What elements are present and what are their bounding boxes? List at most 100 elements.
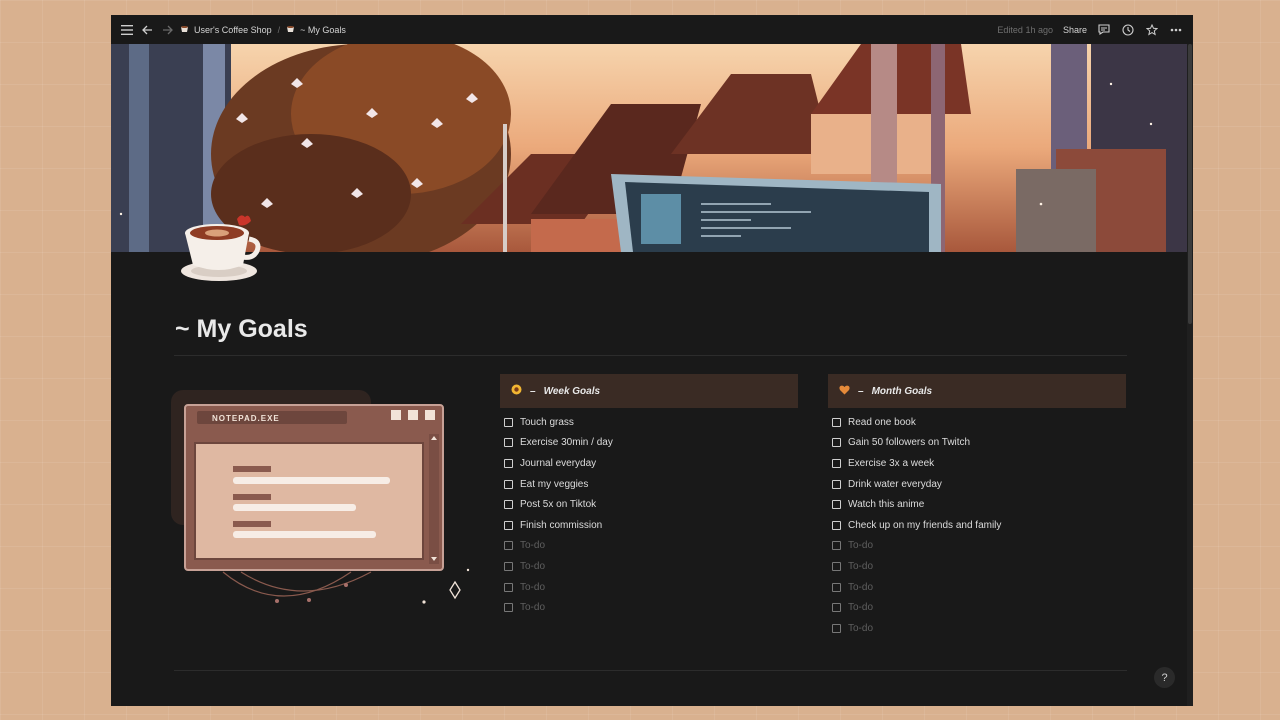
checkbox[interactable] [832, 500, 841, 510]
todo-item[interactable]: Watch this anime [828, 494, 1126, 515]
todo-placeholder[interactable]: To-do [500, 536, 798, 557]
todo-label: Finish commission [520, 519, 603, 531]
divider [174, 355, 1127, 356]
todo-placeholder[interactable]: To-do [828, 556, 1126, 577]
checkbox[interactable] [504, 458, 513, 468]
notepad-title: NOTEPAD.EXE [212, 414, 280, 423]
todo-item[interactable]: Post 5x on Tiktok [500, 494, 798, 515]
todo-placeholder-label: To-do [848, 560, 874, 572]
checkbox[interactable] [832, 582, 841, 592]
checkbox[interactable] [832, 520, 841, 530]
breadcrumb-label: ~ My Goals [300, 24, 346, 35]
todo-placeholder[interactable]: To-do [500, 556, 798, 577]
help-button[interactable]: ? [1154, 667, 1175, 688]
more-options-icon[interactable] [1169, 23, 1183, 37]
todo-item[interactable]: Touch grass [500, 412, 798, 433]
todo-label: Exercise 30min / day [520, 437, 613, 449]
todo-item[interactable]: Eat my veggies [500, 474, 798, 495]
header-dash: – [858, 385, 864, 397]
checkbox[interactable] [832, 623, 841, 633]
breadcrumb-separator: / [277, 24, 281, 35]
todo-placeholder-label: To-do [848, 581, 874, 593]
todo-label: Watch this anime [848, 499, 925, 511]
todo-placeholder[interactable]: To-do [500, 577, 798, 598]
todo-placeholder[interactable]: To-do [828, 536, 1126, 557]
week-goals-column: – Week Goals Touch grass Exercise 30min … [500, 374, 798, 618]
menu-icon[interactable] [120, 23, 134, 37]
todo-placeholder[interactable]: To-do [828, 597, 1126, 618]
comment-icon[interactable] [1097, 23, 1111, 37]
checkbox[interactable] [832, 541, 841, 551]
month-goals-header: – Month Goals [828, 374, 1126, 408]
todo-label: Check up on my friends and family [848, 519, 1002, 531]
checkbox[interactable] [504, 500, 513, 510]
checkbox[interactable] [504, 520, 513, 530]
todo-item[interactable]: Read one book [828, 412, 1126, 433]
checkbox[interactable] [832, 417, 841, 427]
back-arrow-icon[interactable] [140, 23, 154, 37]
todo-label: Eat my veggies [520, 478, 589, 490]
checkbox[interactable] [832, 438, 841, 448]
edited-timestamp: Edited 1h ago [997, 24, 1053, 35]
checkbox[interactable] [504, 438, 513, 448]
checkbox[interactable] [504, 582, 513, 592]
breadcrumb-item-my-goals[interactable]: ~ My Goals [286, 24, 346, 35]
todo-item[interactable]: Check up on my friends and family [828, 515, 1126, 536]
checkbox[interactable] [504, 417, 513, 427]
checkbox[interactable] [504, 561, 513, 571]
todo-label: Read one book [848, 416, 916, 428]
coffee-cup-icon [286, 24, 296, 35]
checkbox[interactable] [832, 603, 841, 613]
todo-item[interactable]: Exercise 3x a week [828, 453, 1126, 474]
breadcrumb-item-coffee-shop[interactable]: User's Coffee Shop [180, 24, 272, 35]
checkbox[interactable] [832, 561, 841, 571]
share-button[interactable]: Share [1063, 25, 1087, 35]
todo-placeholder-label: To-do [520, 540, 546, 552]
checkbox[interactable] [504, 541, 513, 551]
todo-label: Touch grass [520, 416, 574, 428]
todo-label: Exercise 3x a week [848, 457, 935, 469]
coffee-cup-page-icon[interactable] [179, 211, 261, 283]
todo-item[interactable]: Finish commission [500, 515, 798, 536]
top-bar: User's Coffee Shop / ~ My Goals Edited 1… [111, 15, 1193, 44]
todo-label: Drink water everyday [848, 478, 942, 490]
todo-placeholder-label: To-do [520, 560, 546, 572]
star-icon[interactable] [1145, 23, 1159, 37]
week-goals-header: – Week Goals [500, 374, 798, 408]
todo-label: Post 5x on Tiktok [520, 499, 597, 511]
month-goals-column: – Month Goals Read one book Gain 50 foll… [828, 374, 1126, 639]
todo-placeholder-label: To-do [520, 581, 546, 593]
breadcrumb-label: User's Coffee Shop [194, 24, 272, 35]
clock-icon[interactable] [1121, 23, 1135, 37]
todo-placeholder-label: To-do [848, 622, 874, 634]
coffee-cup-icon [180, 24, 190, 35]
todo-item[interactable]: Exercise 30min / day [500, 433, 798, 454]
todo-item[interactable]: Drink water everyday [828, 474, 1126, 495]
checkbox[interactable] [832, 479, 841, 489]
scrollbar[interactable] [1187, 44, 1193, 706]
notepad-illustration: NOTEPAD.EXE [171, 390, 471, 615]
todo-placeholder[interactable]: To-do [828, 577, 1126, 598]
sunflower-icon [511, 384, 522, 398]
topbar-left: User's Coffee Shop / ~ My Goals [120, 23, 346, 37]
todo-placeholder[interactable]: To-do [500, 597, 798, 618]
checkbox[interactable] [832, 458, 841, 468]
todo-item[interactable]: Gain 50 followers on Twitch [828, 433, 1126, 454]
todo-label: Gain 50 followers on Twitch [848, 437, 971, 449]
todo-placeholder-label: To-do [848, 602, 874, 614]
todo-label: Journal everyday [520, 457, 597, 469]
column-heading: Week Goals [543, 385, 601, 397]
cover-image [111, 44, 1187, 252]
checkbox[interactable] [504, 603, 513, 613]
page-title: ~ My Goals [175, 315, 308, 343]
scrollbar-thumb[interactable] [1188, 44, 1192, 324]
orange-heart-icon [839, 385, 850, 398]
forward-arrow-icon[interactable] [160, 23, 174, 37]
divider [174, 670, 1127, 671]
header-dash: – [530, 385, 536, 397]
notion-window: User's Coffee Shop / ~ My Goals Edited 1… [111, 15, 1193, 706]
checkbox[interactable] [504, 479, 513, 489]
topbar-right: Edited 1h ago Share [997, 15, 1183, 44]
todo-item[interactable]: Journal everyday [500, 453, 798, 474]
todo-placeholder[interactable]: To-do [828, 618, 1126, 639]
